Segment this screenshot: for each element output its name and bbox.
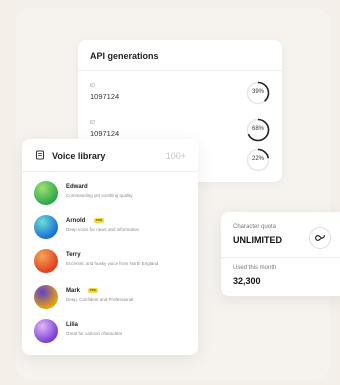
id-label: ID — [90, 83, 95, 89]
voice-library-card: Voice library 100+ Edward Commanding yet… — [22, 139, 198, 355]
voice-name: Lilia — [66, 322, 79, 328]
avatar — [34, 319, 58, 343]
voice-item-mark[interactable]: Mark PRO Deep, Confident and Professiona… — [34, 285, 189, 315]
pro-badge: PRO — [88, 288, 98, 293]
voice-item-lilia[interactable]: Lilia Great for cartoon characters — [34, 319, 189, 349]
character-quota-value: UNLIMITED — [233, 235, 282, 245]
quota-card: Character quota UNLIMITED Used this mont… — [221, 212, 340, 296]
avatar — [34, 249, 58, 273]
voice-description: Eccentric and husky voice from North Eng… — [66, 261, 159, 266]
voice-item-terry[interactable]: Terry Eccentric and husky voice from Nor… — [34, 249, 189, 279]
character-quota-label: Character quota — [233, 224, 277, 230]
progress-percent: 22% — [251, 156, 264, 162]
voice-name: Terry — [66, 252, 81, 258]
voice-name: Edward — [66, 184, 88, 190]
voice-name: Arnold — [66, 218, 86, 224]
pro-badge: PRO — [94, 218, 104, 223]
voice-library-title: Voice library — [52, 151, 106, 161]
infinity-button[interactable] — [309, 227, 331, 249]
divider — [221, 257, 340, 258]
divider — [78, 70, 282, 71]
id-label: ID — [90, 120, 95, 126]
progress-percent: 68% — [251, 126, 264, 132]
api-row[interactable]: ID 1097124 39% — [90, 81, 270, 111]
book-icon — [36, 150, 44, 160]
progress-percent: 39% — [251, 89, 264, 95]
voice-description: Deep voice for news and information — [66, 227, 140, 232]
api-generations-title: API generations — [90, 51, 159, 61]
voice-name: Mark — [66, 288, 81, 294]
id-value: 1097124 — [90, 129, 120, 138]
voice-count: 100+ — [165, 151, 186, 161]
id-value: 1097124 — [90, 92, 120, 101]
avatar — [34, 215, 58, 239]
voice-description: Deep, Confident and Professional — [66, 297, 134, 302]
voice-description: Commanding yet soothing quality — [66, 193, 133, 198]
voice-description: Great for cartoon characters — [66, 331, 123, 336]
divider — [22, 171, 198, 172]
avatar — [34, 181, 58, 205]
infinity-icon — [315, 235, 325, 241]
avatar — [34, 285, 58, 309]
used-this-month-value: 32,300 — [233, 276, 261, 286]
voice-item-edward[interactable]: Edward Commanding yet soothing quality — [34, 181, 189, 211]
used-this-month-label: Used this month — [233, 265, 277, 271]
voice-item-arnold[interactable]: Arnold PRO Deep voice for news and infor… — [34, 215, 189, 245]
